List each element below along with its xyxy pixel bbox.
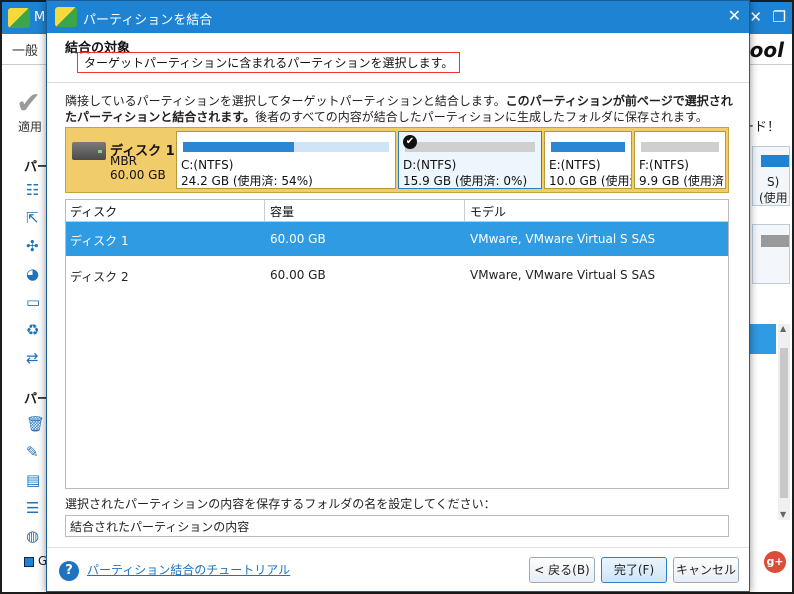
cell-capacity: 60.00 GB: [270, 268, 326, 282]
adjust-icon[interactable]: ☷: [26, 182, 44, 198]
table-row[interactable]: ディスク 1 60.00 GB VMware, VMware Virtual S…: [66, 222, 728, 256]
usage-bar: [761, 235, 789, 247]
background-partition-card[interactable]: [752, 224, 790, 284]
apply-check-icon[interactable]: ✔: [16, 86, 41, 121]
footer-divider: [47, 547, 749, 548]
extend-icon[interactable]: ▭: [26, 294, 44, 310]
edit-icon[interactable]: ✎: [26, 444, 44, 460]
usage-fill: [183, 142, 295, 152]
recover-icon[interactable]: ♻: [26, 322, 44, 338]
google-plus-icon[interactable]: g+: [764, 551, 786, 573]
instruction-part-1: 隣接しているパーティションを選択してターゲットパーティションと結合します。: [65, 94, 506, 108]
app-logo-icon: [55, 7, 77, 27]
partition-name: C:(NTFS): [181, 158, 234, 172]
partition-f[interactable]: F:(NTFS) 9.9 GB (使用済: [634, 131, 726, 189]
column-divider[interactable]: [264, 200, 265, 222]
section-subtitle: ターゲットパーティションに含まれるパーティションを選択します。: [77, 52, 461, 73]
dialog-title: パーティションを結合: [83, 13, 213, 28]
table-row[interactable]: ディスク 2 60.00 GB VMware, VMware Virtual S…: [66, 258, 728, 292]
column-header-capacity[interactable]: 容量: [270, 203, 294, 220]
usage-bar: [641, 142, 719, 152]
brand-logo-text: ool: [749, 38, 784, 62]
cell-capacity: 60.00 GB: [270, 232, 326, 246]
usage-bar: [761, 155, 789, 167]
disk-size: 60.00 GB: [110, 168, 166, 182]
disk-map[interactable]: ディスク 1 MBR 60.00 GB C:(NTFS) 24.2 GB (使用…: [65, 127, 729, 193]
partition-card-label: (使用: [759, 191, 788, 205]
column-divider[interactable]: [464, 200, 465, 222]
cancel-button[interactable]: キャンセル: [673, 557, 739, 583]
partition-card-label: S): [767, 175, 780, 189]
column-header-model[interactable]: モデル: [470, 203, 506, 220]
partition-c[interactable]: C:(NTFS) 24.2 GB (使用済: 54%): [176, 131, 396, 189]
cell-disk: ディスク 1: [70, 234, 129, 248]
partition-info: 9.9 GB (使用済: [639, 174, 724, 188]
apply-button-label[interactable]: 適用: [18, 118, 42, 135]
checkmark-icon: ✔: [403, 135, 417, 149]
merge-partition-dialog: パーティションを結合 ✕ 結合の対象 ターゲットパーティションに含まれるパーティ…: [46, 0, 750, 592]
dialog-header: 結合の対象 ターゲットパーティションに含まれるパーティションを選択します。: [47, 33, 749, 83]
file-icon[interactable]: ▤: [26, 472, 44, 488]
partition-info: 10.0 GB (使用済: [549, 174, 631, 188]
move-icon[interactable]: ⇱: [26, 210, 44, 226]
cell-model: VMware, VMware Virtual S SAS: [470, 232, 656, 246]
scrollbar-thumb[interactable]: [780, 348, 788, 498]
table-header: ディスク 容量 モデル: [66, 200, 728, 222]
column-header-disk[interactable]: ディスク: [70, 203, 117, 220]
tutorial-link[interactable]: パーティション結合のチュートリアル: [87, 561, 290, 578]
merge-icon[interactable]: ✣: [26, 238, 44, 254]
help-icon[interactable]: ?: [59, 561, 79, 581]
instruction-text: 隣接しているパーティションを選択してターゲットパーティションと結合します。このパ…: [65, 93, 741, 125]
usage-bar: [551, 142, 625, 152]
split-icon[interactable]: ◕: [26, 266, 44, 282]
cell-disk: ディスク 2: [70, 270, 129, 284]
align-icon[interactable]: ☰: [26, 500, 44, 516]
hard-disk-icon: [72, 142, 106, 160]
partition-name: D:(NTFS): [403, 158, 457, 172]
usage-bar: [183, 142, 389, 152]
scroll-down-icon[interactable]: ▼: [780, 510, 786, 519]
disk-label[interactable]: ディスク 1 MBR 60.00 GB: [70, 132, 176, 188]
instruction-part-2: 後者のすべての内容が結合したパーティションに生成したフォルダに保存されます。: [255, 110, 708, 124]
background-selected-row[interactable]: [750, 324, 776, 354]
globe-icon[interactable]: ◍: [26, 528, 44, 544]
restore-icon[interactable]: ❐: [773, 8, 786, 26]
disk-table[interactable]: ディスク 容量 モデル ディスク 1 60.00 GB VMware, VMwa…: [65, 199, 729, 489]
close-icon[interactable]: ✕: [749, 8, 762, 26]
folder-name-input[interactable]: [65, 515, 729, 537]
back-button[interactable]: < 戻る(B): [529, 557, 595, 583]
partition-d[interactable]: ✔ D:(NTFS) 15.9 GB (使用済: 0%): [398, 131, 542, 189]
background-partition-card[interactable]: S) (使用: [752, 146, 790, 206]
menu-general[interactable]: 一般: [12, 40, 38, 59]
partition-e[interactable]: E:(NTFS) 10.0 GB (使用済: [544, 131, 632, 189]
convert-icon[interactable]: ⇄: [26, 350, 44, 366]
folder-name-label: 選択されたパーティションの内容を保存するフォルダの名を設定してください：: [65, 497, 496, 511]
cell-model: VMware, VMware Virtual S SAS: [470, 268, 656, 282]
scroll-up-icon[interactable]: ▲: [780, 324, 786, 333]
delete-icon[interactable]: 🗑: [26, 416, 45, 432]
close-icon[interactable]: ✕: [728, 6, 741, 25]
disk-type: MBR: [110, 154, 137, 168]
partition-info: 15.9 GB (使用済: 0%): [403, 174, 528, 188]
partition-name: E:(NTFS): [549, 158, 601, 172]
dialog-titlebar: パーティションを結合 ✕: [47, 1, 749, 33]
partition-info: 24.2 GB (使用済: 54%): [181, 174, 313, 188]
usage-fill: [551, 142, 625, 152]
legend-swatch: [24, 557, 34, 567]
background-scrollbar[interactable]: ▲ ▼: [778, 324, 790, 520]
app-logo-icon: [8, 8, 30, 28]
finish-button[interactable]: 完了(F): [601, 557, 667, 583]
usage-bar: [405, 142, 535, 152]
partition-name: F:(NTFS): [639, 158, 689, 172]
